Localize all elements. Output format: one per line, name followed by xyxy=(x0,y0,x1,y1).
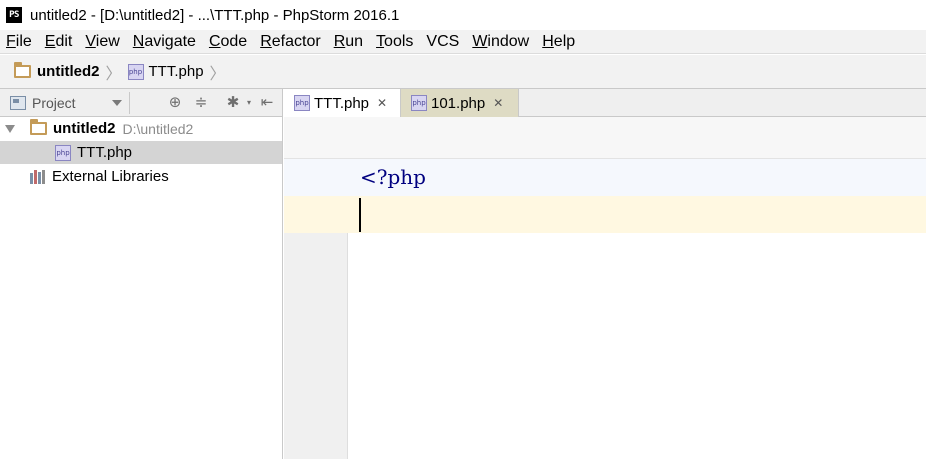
menu-navigate[interactable]: Navigate xyxy=(133,33,196,51)
php-file-icon: php xyxy=(55,144,71,161)
nav-project-crumb[interactable]: untitled2 xyxy=(37,63,100,80)
locate-file-icon[interactable]: ⊕ xyxy=(166,94,184,112)
menu-tools[interactable]: Tools xyxy=(376,33,413,51)
menu-refactor[interactable]: Refactor xyxy=(260,33,320,51)
tree-item-file[interactable]: php TTT.php xyxy=(0,141,282,164)
nav-separator-trailing: 〉 xyxy=(209,65,226,83)
project-tree: untitled2 D:\untitled2 php TTT.php Exter… xyxy=(0,117,283,459)
tab-101-php[interactable]: php 101.php ✕ xyxy=(401,89,519,117)
tree-root-path: D:\untitled2 xyxy=(122,120,194,137)
tree-root-name: untitled2 xyxy=(53,120,116,137)
php-file-icon: php xyxy=(294,95,310,111)
tab-label: TTT.php xyxy=(314,94,370,112)
phpstorm-app-icon: PS xyxy=(6,7,22,23)
folder-icon xyxy=(30,119,47,135)
menu-bar: File Edit View Navigate Code Refactor Ru… xyxy=(0,30,926,54)
menu-window[interactable]: Window xyxy=(472,33,529,51)
tree-item-external-libraries[interactable]: External Libraries xyxy=(0,165,282,188)
tab-label: 101.php xyxy=(431,94,486,112)
tree-libraries-label: External Libraries xyxy=(52,168,169,185)
chevron-down-icon[interactable] xyxy=(112,100,122,106)
nav-separator: 〉 xyxy=(105,65,122,83)
title-bar: PS untitled2 - [D:\untitled2] - ...\TTT.… xyxy=(0,0,926,30)
menu-code[interactable]: Code xyxy=(209,33,247,51)
menu-vcs[interactable]: VCS xyxy=(426,33,459,51)
library-icon xyxy=(30,169,47,184)
expand-arrow-icon[interactable] xyxy=(5,124,15,133)
tab-ttt-php[interactable]: php TTT.php ✕ xyxy=(284,89,401,117)
menu-view[interactable]: View xyxy=(85,33,119,51)
current-line-highlight xyxy=(284,196,926,233)
nav-file-crumb[interactable]: TTT.php xyxy=(149,63,204,80)
navigation-bar: untitled2 〉 php TTT.php 〉 xyxy=(0,55,926,89)
code-line-1[interactable]: <?php xyxy=(360,165,426,189)
tree-item-root[interactable]: untitled2 D:\untitled2 xyxy=(0,117,282,140)
menu-run[interactable]: Run xyxy=(334,33,363,51)
folder-icon xyxy=(14,62,31,78)
hide-panel-icon[interactable]: ⇤ xyxy=(258,94,276,112)
menu-help[interactable]: Help xyxy=(542,33,575,51)
php-file-icon: php xyxy=(411,95,427,111)
project-panel-header: Project ⊕ ≑ ✱ ▾ ⇤ xyxy=(0,89,283,117)
editor-breadcrumb-strip xyxy=(284,117,926,159)
php-file-icon: php xyxy=(127,63,144,80)
menu-file[interactable]: File xyxy=(6,33,32,51)
collapse-all-icon[interactable]: ≑ xyxy=(192,94,210,112)
tree-file-name: TTT.php xyxy=(77,144,133,161)
menu-edit[interactable]: Edit xyxy=(45,33,73,51)
divider xyxy=(129,92,130,114)
close-icon[interactable]: ✕ xyxy=(493,96,503,110)
text-caret xyxy=(359,198,361,232)
project-view-label[interactable]: Project xyxy=(32,95,76,111)
close-icon[interactable]: ✕ xyxy=(377,96,387,110)
editor-tab-bar: php TTT.php ✕ php 101.php ✕ xyxy=(284,89,926,117)
gear-dropdown-icon[interactable]: ▾ xyxy=(240,94,258,112)
window-title: untitled2 - [D:\untitled2] - ...\TTT.php… xyxy=(30,6,400,24)
project-view-icon xyxy=(10,95,26,110)
